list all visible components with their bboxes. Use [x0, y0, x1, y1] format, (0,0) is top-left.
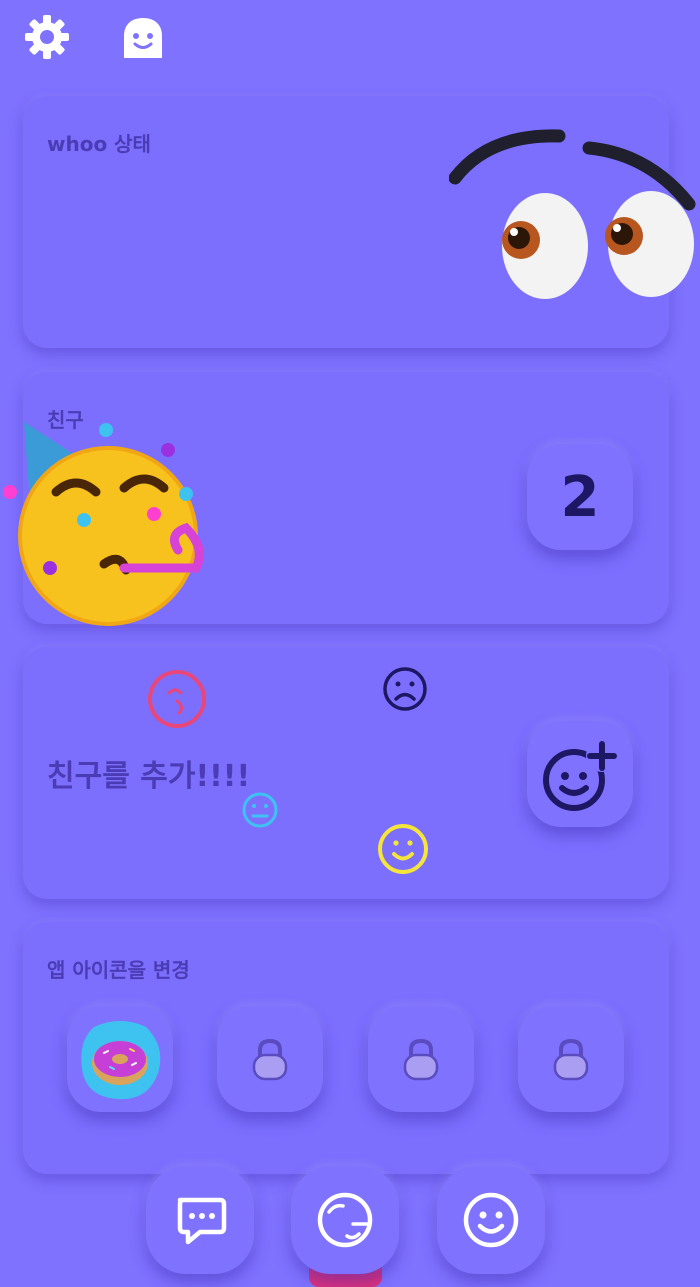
- nav-chat-button[interactable]: [146, 1166, 254, 1274]
- add-friend-card[interactable]: 친구를 추가!!!!: [23, 647, 669, 899]
- gear-icon: [25, 15, 69, 59]
- status-card-title: whoo 상태: [47, 132, 151, 156]
- lock-icon: [553, 1038, 589, 1081]
- party-face-emoji: [3, 422, 204, 626]
- app-icon-option-locked-3[interactable]: [518, 1006, 624, 1112]
- add-friend-label: 친구를 추가!!!!: [47, 759, 251, 794]
- lock-icon: [403, 1038, 439, 1081]
- app-icon-option-donut[interactable]: [67, 1006, 173, 1112]
- app-icon-card[interactable]: 앱 아이콘을 변경: [23, 922, 669, 1174]
- friend-count-button[interactable]: 2: [527, 444, 633, 550]
- chat-icon: [177, 1197, 227, 1245]
- add-friend-icon: [543, 740, 618, 811]
- add-friend-button[interactable]: [527, 721, 633, 827]
- nav-globe-button[interactable]: [291, 1166, 399, 1274]
- app-icon-option-locked-1[interactable]: [217, 1006, 323, 1112]
- profile-button[interactable]: [120, 16, 166, 62]
- nav-smiley-button[interactable]: [437, 1166, 545, 1274]
- settings-button[interactable]: [22, 12, 72, 62]
- app-icon-option-locked-2[interactable]: [368, 1006, 474, 1112]
- app-icon-card-title: 앱 아이콘을 변경: [47, 958, 190, 982]
- smiley-icon: [463, 1192, 519, 1248]
- smiling-face-icon: [378, 824, 428, 874]
- sad-face-icon: [383, 667, 427, 711]
- friend-count: 2: [560, 464, 600, 530]
- lock-icon: [252, 1038, 288, 1081]
- neutral-face-icon: [242, 792, 278, 828]
- ghost-icon: [124, 18, 162, 58]
- eyes-illustration: [449, 129, 696, 299]
- dizzy-face-icon: [148, 670, 206, 728]
- globe-icon: [317, 1192, 373, 1248]
- donut-icon: [81, 1021, 161, 1100]
- status-card[interactable]: whoo 상태: [23, 96, 696, 348]
